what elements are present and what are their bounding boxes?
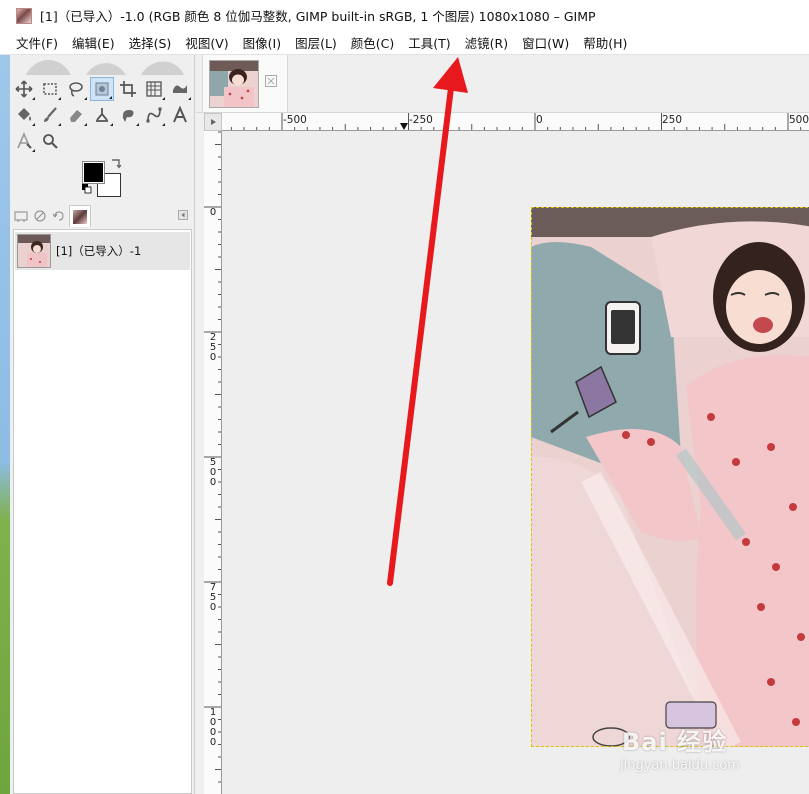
menu-tools[interactable]: 工具(T) [402, 33, 456, 52]
images-tab-icon[interactable] [69, 205, 91, 227]
image-tab-thumbnail [209, 60, 259, 108]
image-tab[interactable] [202, 55, 288, 113]
horizontal-ruler-ticks [230, 113, 802, 130]
menu-select[interactable]: 选择(S) [123, 33, 178, 52]
menu-bar: 文件(F) 编辑(E) 选择(S) 视图(V) 图像(I) 图层(L) 颜色(C… [0, 31, 809, 55]
gimp-wilber-decoration [26, 60, 184, 75]
title-bar: [1]（已导入）-1.0 (RGB 颜色 8 位伽马整数, GIMP built… [0, 0, 809, 31]
menu-layer[interactable]: 图层(L) [289, 33, 343, 52]
free-select-tool-icon[interactable] [64, 77, 88, 101]
desktop-background [0, 55, 10, 794]
undo-history-tab-icon[interactable] [50, 207, 68, 225]
menu-image[interactable]: 图像(I) [237, 33, 287, 52]
quick-mask-toggle[interactable] [204, 113, 222, 131]
app-icon [16, 7, 32, 24]
image-tabs-bar [196, 55, 809, 113]
vertical-ruler[interactable]: 0 250 500 750 1000 [204, 131, 222, 794]
menu-view[interactable]: 视图(V) [179, 33, 234, 52]
image-list-item-label: [1]（已导入）-1 [56, 244, 142, 258]
image-canvas-area[interactable]: -500 -250 0 250 500 0 250 500 750 1000 B… [204, 113, 809, 794]
vruler-label-500: 500 [209, 457, 217, 488]
text-tool-icon[interactable] [168, 103, 192, 127]
crop-tool-icon[interactable] [116, 77, 140, 101]
watermark-url: jingyan.baidu.com [620, 758, 740, 773]
menu-filters[interactable]: 滤镜(R) [459, 33, 514, 52]
horizontal-pointer-marker [400, 123, 408, 130]
horizontal-ruler[interactable]: -500 -250 0 250 500 [222, 113, 809, 131]
navigate-arrow-icon [211, 119, 216, 125]
unified-transform-tool-icon[interactable] [142, 77, 166, 101]
hruler-label-250: 250 [662, 114, 683, 126]
dock-menu-icon[interactable] [178, 210, 188, 220]
eraser-tool-icon[interactable] [64, 103, 88, 127]
menu-colors[interactable]: 颜色(C) [345, 33, 400, 52]
fuzzy-select-tool-icon[interactable] [90, 77, 114, 101]
swap-colors-icon[interactable] [110, 157, 122, 169]
bucket-fill-tool-icon[interactable] [12, 103, 36, 127]
hruler-label-500: 500 [789, 114, 809, 126]
tool-grid [12, 77, 192, 155]
zoom-tool-icon[interactable] [38, 129, 62, 153]
canvas-image[interactable] [531, 207, 809, 747]
move-tool-icon[interactable] [12, 77, 36, 101]
rect-select-tool-icon[interactable] [38, 77, 62, 101]
device-status-tab-icon[interactable] [31, 207, 49, 225]
vruler-label-1000: 1000 [209, 707, 217, 748]
foreground-color-swatch[interactable] [82, 161, 105, 184]
tool-options-tab-icon[interactable] [12, 207, 30, 225]
hruler-label-0: 0 [536, 114, 543, 126]
color-picker-tool-icon[interactable] [12, 129, 36, 153]
reset-colors-icon[interactable] [82, 184, 92, 194]
window-title: [1]（已导入）-1.0 (RGB 颜色 8 位伽马整数, GIMP built… [40, 9, 596, 24]
vruler-label-750: 750 [209, 582, 217, 613]
vruler-label-250: 250 [209, 332, 217, 363]
paintbrush-tool-icon[interactable] [38, 103, 62, 127]
menu-help[interactable]: 帮助(H) [577, 33, 633, 52]
close-image-tab-icon[interactable] [265, 75, 277, 87]
warp-transform-tool-icon[interactable] [168, 77, 192, 101]
toolbox-panel: [1]（已导入）-1 [10, 55, 195, 794]
paths-tool-icon[interactable] [142, 103, 166, 127]
hruler-label-neg500: -500 [283, 114, 307, 126]
clone-tool-icon[interactable] [90, 103, 114, 127]
dock-tab-bar [10, 205, 195, 227]
smudge-tool-icon[interactable] [116, 103, 140, 127]
vruler-label-0: 0 [209, 207, 217, 218]
menu-edit[interactable]: 编辑(E) [66, 33, 121, 52]
menu-windows[interactable]: 窗口(W) [516, 33, 575, 52]
image-thumbnail [17, 234, 51, 268]
hruler-label-neg250: -250 [409, 114, 433, 126]
image-list-item[interactable]: [1]（已导入）-1 [15, 232, 190, 270]
gimp-window: [1]（已导入）-1.0 (RGB 颜色 8 位伽马整数, GIMP built… [0, 0, 809, 794]
images-list-panel: [1]（已导入）-1 [13, 229, 192, 794]
menu-file[interactable]: 文件(F) [10, 33, 64, 52]
